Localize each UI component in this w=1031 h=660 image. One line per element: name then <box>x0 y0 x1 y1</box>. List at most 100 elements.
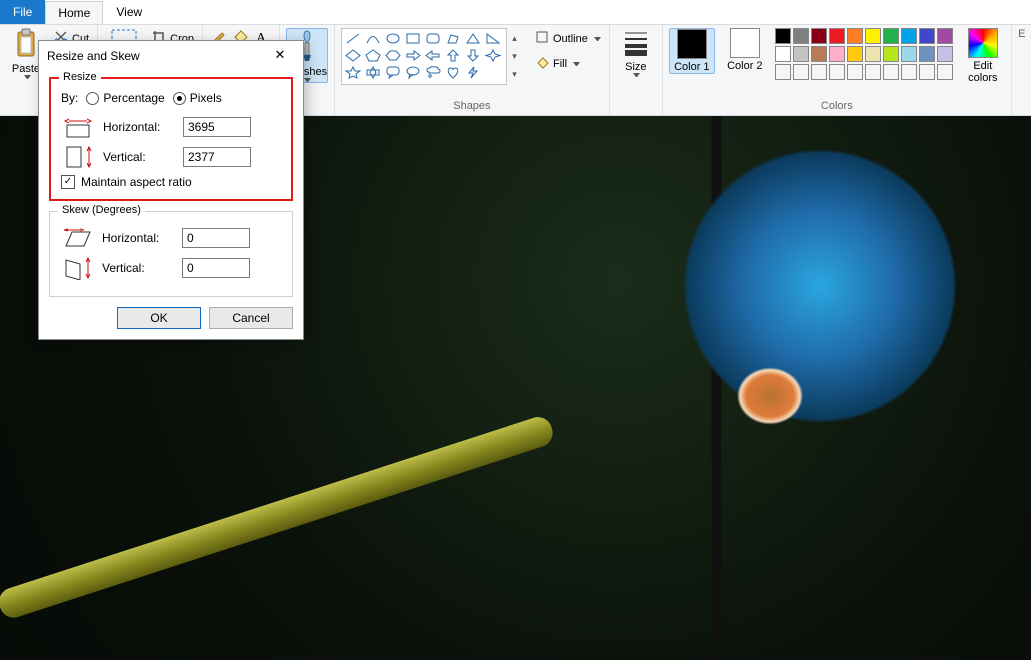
edit-colors-label: Edit colors <box>961 60 1005 84</box>
palette-swatch[interactable] <box>829 64 845 80</box>
shape-outline-button[interactable]: Outline <box>533 28 603 49</box>
palette-swatch[interactable] <box>793 64 809 80</box>
palette-swatch[interactable] <box>829 28 845 44</box>
palette-swatch[interactable] <box>811 46 827 62</box>
shape-oval-icon[interactable] <box>385 32 403 47</box>
color2-button[interactable]: Color 2 <box>723 28 767 72</box>
close-button[interactable]: ✕ <box>265 47 295 65</box>
shape-pentagon-icon[interactable] <box>365 49 383 64</box>
shape-callout-round-icon[interactable] <box>385 66 403 81</box>
by-label: By: <box>61 91 78 105</box>
chevron-down-icon: ▾ <box>507 47 522 65</box>
resize-horizontal-icon <box>61 115 95 139</box>
tab-file[interactable]: File <box>0 0 45 24</box>
palette-swatch[interactable] <box>919 46 935 62</box>
shape-rect-icon[interactable] <box>405 32 423 47</box>
shape-curve-icon[interactable] <box>365 32 383 47</box>
palette-swatch[interactable] <box>919 64 935 80</box>
radio-percentage-label: Percentage <box>103 91 164 105</box>
menu-tabs: File Home View <box>0 0 1031 24</box>
radio-pixels[interactable]: Pixels <box>173 91 222 105</box>
ribbon-group-colors: Color 1 Color 2 Edit colors Colors <box>663 25 1012 115</box>
color1-swatch <box>677 29 707 59</box>
palette-swatch[interactable] <box>901 46 917 62</box>
skew-vertical-input[interactable] <box>182 258 250 278</box>
shape-right-triangle-icon[interactable] <box>485 32 503 47</box>
shape-arrow-left-icon[interactable] <box>425 49 443 64</box>
tab-view[interactable]: View <box>103 0 155 24</box>
group-label-colors: Colors <box>821 100 853 114</box>
group-label-size <box>634 100 637 114</box>
shape-callout-cloud-icon[interactable] <box>425 66 443 81</box>
shape-arrow-up-icon[interactable] <box>445 49 463 64</box>
shape-star4-icon[interactable] <box>485 49 503 64</box>
palette-swatch[interactable] <box>883 46 899 62</box>
truncated-label: E <box>1018 28 1025 40</box>
more-icon: ▾ <box>507 66 522 84</box>
shape-heart-icon[interactable] <box>445 66 463 81</box>
skew-horizontal-label: Horizontal: <box>102 231 174 245</box>
color1-label: Color 1 <box>674 61 709 73</box>
resize-vertical-input[interactable] <box>183 147 251 167</box>
shape-star6-icon[interactable] <box>365 66 383 81</box>
shape-fill-button[interactable]: Fill <box>533 53 603 74</box>
shape-star5-icon[interactable] <box>345 66 363 81</box>
shape-diamond-icon[interactable] <box>345 49 363 64</box>
palette-swatch[interactable] <box>829 46 845 62</box>
skew-horizontal-input[interactable] <box>182 228 250 248</box>
palette-swatch[interactable] <box>847 28 863 44</box>
canvas-branch-decor <box>0 414 556 622</box>
palette-swatch[interactable] <box>883 64 899 80</box>
shape-arrow-down-icon[interactable] <box>465 49 483 64</box>
shape-arrow-right-icon[interactable] <box>405 49 423 64</box>
tab-home[interactable]: Home <box>45 1 103 24</box>
shape-polygon-icon[interactable] <box>445 32 463 47</box>
palette-swatch[interactable] <box>901 64 917 80</box>
palette-swatch[interactable] <box>793 28 809 44</box>
palette-swatch[interactable] <box>811 28 827 44</box>
palette-swatch[interactable] <box>865 28 881 44</box>
color1-button[interactable]: Color 1 <box>669 28 715 74</box>
chevron-down-icon <box>304 78 311 82</box>
chevron-down-icon <box>573 62 580 66</box>
resize-horizontal-input[interactable] <box>183 117 251 137</box>
size-button[interactable]: Size <box>616 28 656 77</box>
palette-swatch[interactable] <box>865 46 881 62</box>
palette-swatch[interactable] <box>811 64 827 80</box>
shape-callout-oval-icon[interactable] <box>405 66 423 81</box>
palette-swatch[interactable] <box>847 46 863 62</box>
palette-swatch[interactable] <box>937 46 953 62</box>
palette-swatch[interactable] <box>901 28 917 44</box>
cancel-button[interactable]: Cancel <box>209 307 293 329</box>
shape-triangle-icon[interactable] <box>465 32 483 47</box>
shape-hexagon-icon[interactable] <box>385 49 403 64</box>
palette-swatch[interactable] <box>937 28 953 44</box>
rainbow-icon <box>968 28 998 58</box>
chevron-down-icon <box>594 37 601 41</box>
palette-swatch[interactable] <box>847 64 863 80</box>
stroke-size-icon <box>622 28 650 59</box>
shape-line-icon[interactable] <box>345 32 363 47</box>
edit-colors-button[interactable]: Edit colors <box>961 28 1005 84</box>
ribbon-group-shapes: ▴ ▾ ▾ Outline Fill Shapes <box>335 25 610 115</box>
palette-swatch[interactable] <box>937 64 953 80</box>
palette-swatch[interactable] <box>793 46 809 62</box>
shape-roundrect-icon[interactable] <box>425 32 443 47</box>
palette-swatch[interactable] <box>775 64 791 80</box>
size-label: Size <box>625 61 646 73</box>
fill-label: Fill <box>553 58 567 70</box>
radio-percentage[interactable]: Percentage <box>86 91 164 105</box>
shapes-gallery-expand[interactable]: ▴ ▾ ▾ <box>506 29 522 84</box>
maintain-aspect-ratio-checkbox[interactable]: Maintain aspect ratio <box>61 175 281 189</box>
palette-swatch[interactable] <box>775 28 791 44</box>
ok-button[interactable]: OK <box>117 307 201 329</box>
shapes-gallery[interactable]: ▴ ▾ ▾ <box>341 28 507 85</box>
palette-swatch[interactable] <box>883 28 899 44</box>
shape-lightning-icon[interactable] <box>465 66 483 81</box>
paste-label: Paste <box>12 63 40 75</box>
palette-swatch[interactable] <box>775 46 791 62</box>
dialog-title: Resize and Skew <box>47 49 140 63</box>
dialog-titlebar[interactable]: Resize and Skew ✕ <box>39 41 303 71</box>
palette-swatch[interactable] <box>865 64 881 80</box>
palette-swatch[interactable] <box>919 28 935 44</box>
